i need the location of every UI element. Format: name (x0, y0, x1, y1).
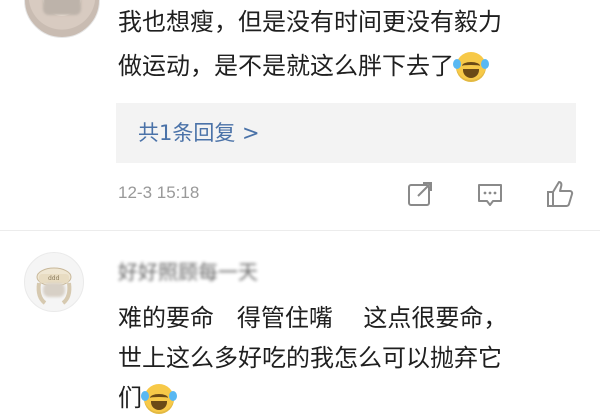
comment-line: 世上这么多好吃的我怎么可以抛弃它 (118, 344, 502, 372)
comment-line: 们 (118, 378, 588, 418)
avatar[interactable]: ddd (24, 252, 84, 312)
avatar-image: ddd (36, 267, 72, 305)
comment-timestamp: 12-3 15:18 (118, 183, 200, 202)
share-icon[interactable] (404, 178, 436, 210)
avatar[interactable] (24, 0, 100, 38)
laughing-crying-emoji-icon (141, 384, 177, 414)
laughing-crying-emoji-icon (453, 52, 489, 82)
reply-summary-box[interactable]: 共1条回复 > (116, 103, 576, 163)
comment-line: 难的要命 得管住嘴 这点很要命， (118, 304, 508, 332)
comment-line-text: 做运动，是不是就这么胖下去了 (118, 52, 454, 80)
username[interactable]: 好好照顾每一天 (118, 256, 258, 285)
view-replies-link[interactable]: 共1条回复 > (138, 119, 260, 147)
comment-line: 做运动，是不是就这么胖下去了 (118, 44, 588, 88)
svg-text:ddd: ddd (48, 275, 60, 282)
comment-icon[interactable] (474, 178, 506, 210)
comment-text: 我也想瘦，但是没有时间更没有毅力 做运动，是不是就这么胖下去了 (118, 0, 588, 88)
comment-line: 我也想瘦，但是没有时间更没有毅力 (118, 8, 502, 36)
blurred-face (43, 0, 81, 15)
divider (0, 230, 600, 231)
comment-text: 难的要命 得管住嘴 这点很要命， 世上这么多好吃的我怎么可以抛弃它 们 (118, 298, 588, 418)
thumbs-up-icon[interactable] (544, 178, 576, 210)
comment-line-text: 们 (118, 384, 142, 412)
